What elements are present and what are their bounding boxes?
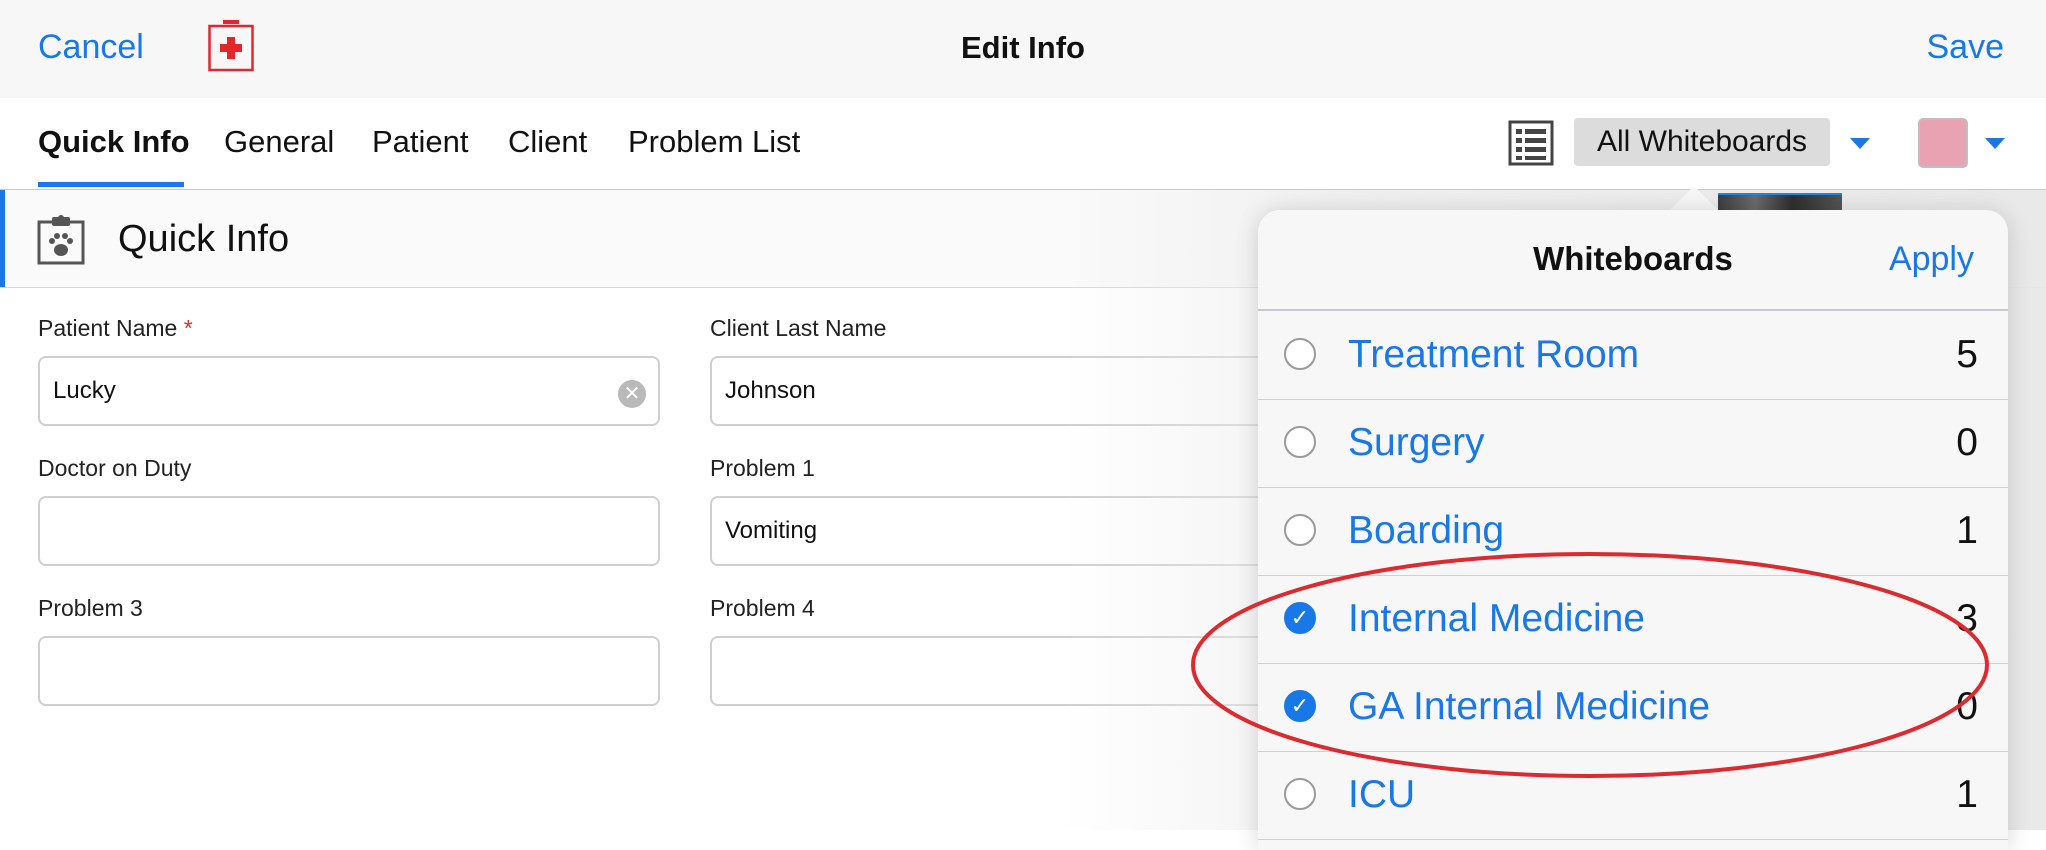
tab-bar: Quick Info General Patient Client Proble… <box>0 98 2046 190</box>
clipboard-paw-icon <box>37 215 85 265</box>
whiteboard-label: Surgery <box>1348 421 1485 464</box>
tab-quick-info[interactable]: Quick Info <box>38 124 190 160</box>
whiteboard-row-icu[interactable]: ICU 1 <box>1258 751 2008 840</box>
popover-arrow <box>1670 186 1718 210</box>
navigation-bar: Cancel Edit Info Save <box>0 0 2046 99</box>
problem-1-field[interactable]: Vomiting <box>710 496 1332 566</box>
clear-icon[interactable]: ✕ <box>618 380 646 408</box>
whiteboard-count: 1 <box>1956 773 1978 816</box>
problem-3-field[interactable] <box>38 636 660 706</box>
problem-3-label: Problem 3 <box>38 595 143 621</box>
tab-client[interactable]: Client <box>508 124 587 160</box>
checkmark-circle-icon[interactable]: ✓ <box>1284 602 1316 634</box>
tab-patient[interactable]: Patient <box>372 124 469 160</box>
whiteboards-popover: Whiteboards Apply Treatment Room 5 Surge… <box>1258 210 2008 850</box>
checkmark-circle-icon[interactable]: ✓ <box>1284 690 1316 722</box>
whiteboard-row-ga-internal-medicine[interactable]: ✓ GA Internal Medicine 0 <box>1258 663 2008 752</box>
problem-4-label: Problem 4 <box>710 595 815 621</box>
color-swatch-button[interactable] <box>1918 118 1968 168</box>
whiteboard-label: Treatment Room <box>1348 333 1640 376</box>
patient-name-field[interactable]: Lucky ✕ <box>38 356 660 426</box>
whiteboard-row-surgery[interactable]: Surgery 0 <box>1258 399 2008 488</box>
section-title: Quick Info <box>118 218 290 260</box>
chevron-down-icon[interactable] <box>1985 138 2005 149</box>
doctor-on-duty-label: Doctor on Duty <box>38 455 192 481</box>
patient-name-value: Lucky <box>53 377 116 404</box>
patient-name-label-text: Patient Name <box>38 315 178 341</box>
tab-problem-list[interactable]: Problem List <box>628 124 800 160</box>
whiteboard-count: 0 <box>1956 421 1978 464</box>
problem-4-field[interactable] <box>710 636 1332 706</box>
whiteboard-row-boarding[interactable]: Boarding 1 <box>1258 487 2008 576</box>
whiteboard-label: Internal Medicine <box>1348 597 1645 640</box>
whiteboard-label: GA Internal Medicine <box>1348 685 1711 728</box>
problem-1-value: Vomiting <box>725 517 818 544</box>
whiteboard-count: 1 <box>1956 509 1978 552</box>
patient-name-label: Patient Name * <box>38 315 193 342</box>
client-last-name-field[interactable]: Johnson <box>710 356 1332 426</box>
whiteboard-count: 3 <box>1956 597 1978 640</box>
page-title: Edit Info <box>961 30 1085 65</box>
section-accent-bar <box>0 190 5 287</box>
client-last-name-label: Client Last Name <box>710 315 887 341</box>
chevron-down-icon[interactable] <box>1850 138 1870 149</box>
save-button[interactable]: Save <box>1927 28 2005 67</box>
radio-unchecked-icon[interactable] <box>1284 426 1316 458</box>
problem-1-label: Problem 1 <box>710 455 815 481</box>
doctor-on-duty-field[interactable] <box>38 496 660 566</box>
whiteboard-select[interactable]: All Whiteboards <box>1574 118 1830 166</box>
list-icon[interactable] <box>1508 120 1554 166</box>
whiteboard-row-internal-medicine[interactable]: ✓ Internal Medicine 3 <box>1258 575 2008 664</box>
client-last-name-value: Johnson <box>725 377 816 404</box>
active-tab-indicator <box>38 182 184 187</box>
whiteboard-label: ICU <box>1348 773 1416 816</box>
radio-unchecked-icon[interactable] <box>1284 338 1316 370</box>
tab-general[interactable]: General <box>224 124 334 160</box>
radio-unchecked-icon[interactable] <box>1284 778 1316 810</box>
whiteboard-row-treatment-room[interactable]: Treatment Room 5 <box>1258 311 2008 400</box>
radio-unchecked-icon[interactable] <box>1284 514 1316 546</box>
whiteboard-count: 5 <box>1956 333 1978 376</box>
whiteboard-label: Boarding <box>1348 509 1505 552</box>
whiteboard-count: 0 <box>1956 685 1978 728</box>
required-marker: * <box>183 315 193 341</box>
apply-button[interactable]: Apply <box>1889 240 1974 279</box>
